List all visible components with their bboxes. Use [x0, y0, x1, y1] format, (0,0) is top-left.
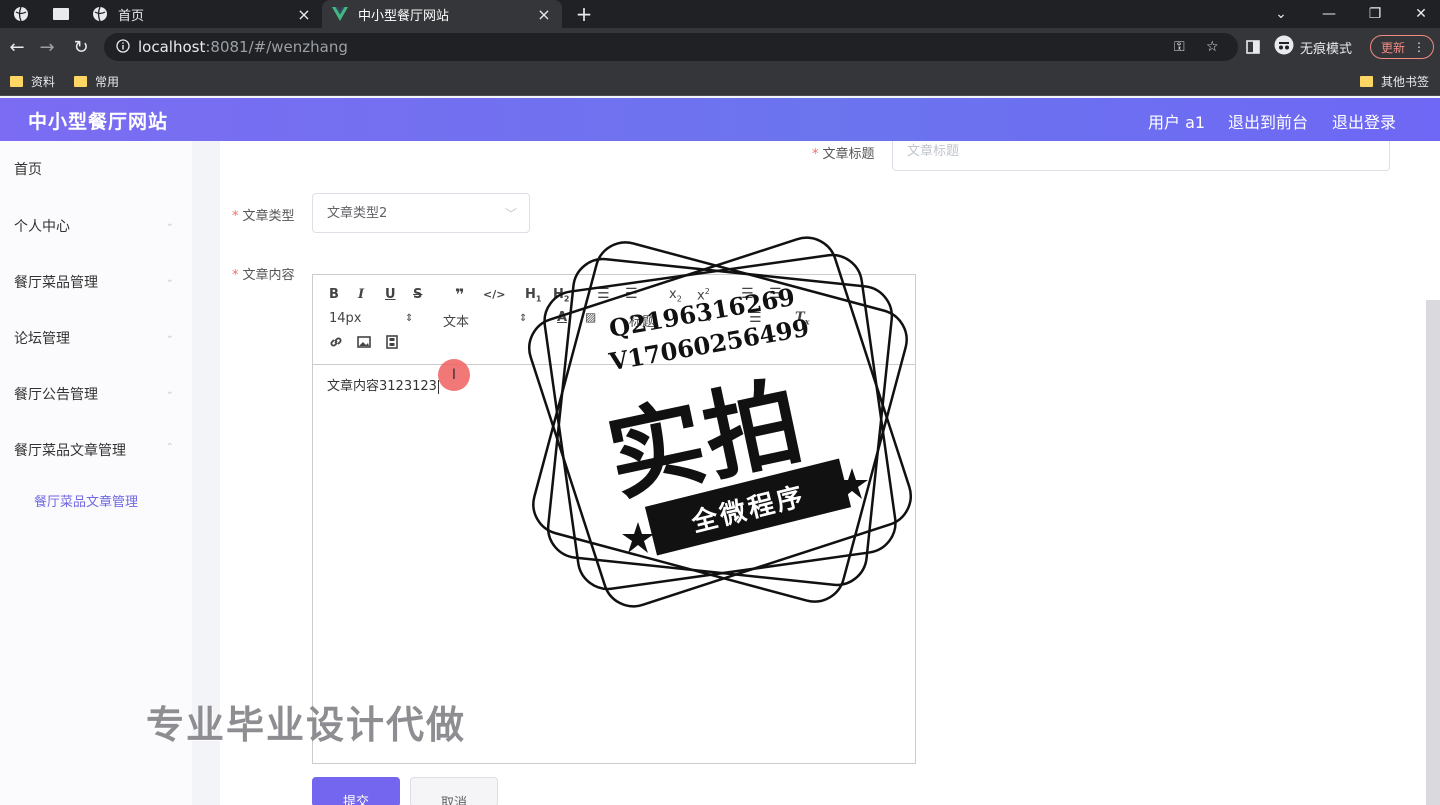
chevron-down-icon: ⌄: [165, 274, 174, 285]
info-icon[interactable]: [116, 38, 130, 57]
chevron-down-icon[interactable]: ⌄: [1258, 0, 1304, 28]
sidebar-item-label: 论坛管理: [14, 331, 70, 347]
underline-icon[interactable]: U: [385, 287, 396, 302]
bookmark-folder[interactable]: 资料: [10, 72, 55, 90]
bookmark-label: 资料: [31, 74, 56, 89]
chevron-down-icon: ⌄: [165, 218, 174, 229]
tab-label: 中小型餐厅网站: [358, 8, 450, 24]
page-scrollbar[interactable]: [1426, 300, 1440, 805]
side-panel-icon[interactable]: [1246, 33, 1260, 61]
chevron-down-icon: ⌄: [165, 330, 174, 341]
new-tab-icon[interactable]: +: [572, 2, 596, 26]
folder-icon: [10, 75, 23, 87]
vue-logo-icon: [332, 6, 348, 22]
sidebar-item-forum-management[interactable]: 论坛管理 ⌄: [14, 328, 182, 348]
mouse-cursor-indicator: I: [438, 359, 470, 391]
incognito-indicator[interactable]: 无痕模式: [1274, 33, 1352, 61]
video-icon[interactable]: [385, 335, 399, 353]
reload-icon[interactable]: ↻: [70, 36, 92, 58]
sidebar-item-dish-article-management[interactable]: 餐厅菜品文章管理 ⌃: [14, 440, 182, 460]
incognito-label: 无痕模式: [1300, 41, 1353, 57]
restore-icon[interactable]: ❐: [1352, 0, 1398, 28]
app-header: 中小型餐厅网站 用户 a1 退出到前台 退出登录: [0, 98, 1440, 141]
tab-restaurant-site[interactable]: 中小型餐厅网站 ×: [322, 0, 562, 28]
forward-icon[interactable]: →: [36, 36, 58, 58]
chevron-down-icon: ⌄: [165, 386, 174, 397]
block-format-value: 文本: [443, 315, 470, 330]
link-icon[interactable]: [329, 335, 343, 353]
watermark-bottom-text: 专业毕业设计代做: [146, 703, 467, 747]
submit-label: 提交: [342, 795, 369, 805]
sidebar-subitem-dish-article[interactable]: 餐厅菜品文章管理: [34, 491, 138, 510]
bookmark-label: 常用: [95, 74, 120, 89]
app-title: 中小型餐厅网站: [28, 111, 169, 133]
browser-tab-bar: 首页 × 中小型餐厅网站 × + ⌄ — ❐ ✕: [0, 0, 1440, 28]
sidebar-item-label: 餐厅公告管理: [14, 387, 98, 403]
globe-icon: [92, 6, 108, 22]
strike-icon[interactable]: S: [413, 287, 422, 302]
sidebar-item-notice-management[interactable]: 餐厅公告管理 ⌄: [14, 384, 182, 404]
code-icon[interactable]: </>: [483, 288, 505, 301]
article-title-label: * 文章标题: [812, 147, 875, 162]
minimize-icon[interactable]: —: [1306, 0, 1352, 28]
sidebar-item-home[interactable]: 首页: [14, 159, 182, 179]
user-label: 用户 a1: [1148, 113, 1206, 132]
bookmark-label: 其他书签: [1381, 74, 1430, 89]
key-icon[interactable]: ⚿: [1174, 33, 1185, 61]
url-text: localhost:8081/#/wenzhang: [138, 38, 348, 56]
more-vert-icon: ⋮: [1413, 40, 1426, 54]
watermark-stamp: Q2196316269 V17060256499 实拍 全微程序: [520, 232, 920, 612]
up-down-icon: ⇕: [405, 313, 414, 324]
chevron-up-icon: ⌃: [165, 442, 174, 453]
editor-content[interactable]: 文章内容3123123: [327, 375, 439, 394]
close-icon[interactable]: ×: [296, 5, 312, 24]
block-format-select[interactable]: 文本 ⇕: [443, 311, 527, 330]
to-front-link[interactable]: 退出到前台: [1228, 109, 1308, 133]
chevron-down-icon: ﹀: [504, 207, 517, 221]
close-window-icon[interactable]: ✕: [1398, 0, 1440, 28]
bookmarks-bar: 资料 常用 其他书签: [0, 66, 1440, 96]
star-icon[interactable]: ☆: [1206, 33, 1219, 61]
article-type-select[interactable]: 文章类型2 ﹀: [312, 193, 530, 233]
url-input[interactable]: localhost:8081/#/wenzhang: [104, 33, 1238, 61]
sidebar-item-label: 首页: [14, 162, 42, 178]
article-type-label: * 文章类型: [232, 209, 295, 224]
submit-button[interactable]: 提交: [312, 777, 400, 805]
cancel-label: 取消: [440, 796, 467, 805]
article-title-placeholder: 文章标题: [907, 144, 960, 159]
folder-icon: [1360, 75, 1373, 87]
sidebar-item-dish-management[interactable]: 餐厅菜品管理 ⌄: [14, 272, 182, 292]
back-icon[interactable]: ←: [6, 36, 28, 58]
text-cursor-icon: I: [451, 367, 457, 383]
image-icon[interactable]: [357, 335, 371, 353]
sidebar-item-personal-center[interactable]: 个人中心 ⌄: [14, 216, 182, 236]
address-bar: ← → ↻ localhost:8081/#/wenzhang ⚿ ☆ 无痕模式…: [0, 28, 1440, 66]
article-type-value: 文章类型2: [327, 206, 388, 221]
update-label: 更新: [1381, 40, 1406, 55]
tab-overview-icon[interactable]: [50, 4, 72, 24]
blockquote-icon[interactable]: ❞: [455, 285, 464, 304]
sidebar-item-label: 个人中心: [14, 219, 70, 235]
font-size-select[interactable]: 14px ⇕: [329, 311, 413, 326]
tab-home[interactable]: 首页 ×: [82, 0, 322, 28]
tab-label: 首页: [118, 8, 145, 24]
globe-icon[interactable]: [10, 4, 32, 24]
editor-text: 文章内容3123123: [327, 379, 437, 394]
sidebar-item-label: 餐厅菜品管理: [14, 275, 98, 291]
incognito-icon: [1274, 35, 1294, 59]
article-content-label: * 文章内容: [232, 268, 295, 283]
other-bookmarks[interactable]: 其他书签: [1360, 72, 1429, 90]
font-size-value: 14px: [329, 311, 362, 326]
folder-icon: [74, 75, 87, 87]
update-button[interactable]: 更新 ⋮: [1370, 35, 1434, 59]
logout-link[interactable]: 退出登录: [1332, 109, 1396, 133]
article-title-input[interactable]: 文章标题: [892, 141, 1390, 171]
cancel-button[interactable]: 取消: [410, 777, 498, 805]
sidebar-item-label: 餐厅菜品文章管理: [14, 443, 126, 459]
bold-icon[interactable]: B: [329, 287, 339, 302]
bookmark-folder[interactable]: 常用: [74, 72, 119, 90]
italic-icon[interactable]: I: [358, 287, 364, 302]
close-icon[interactable]: ×: [536, 5, 552, 24]
